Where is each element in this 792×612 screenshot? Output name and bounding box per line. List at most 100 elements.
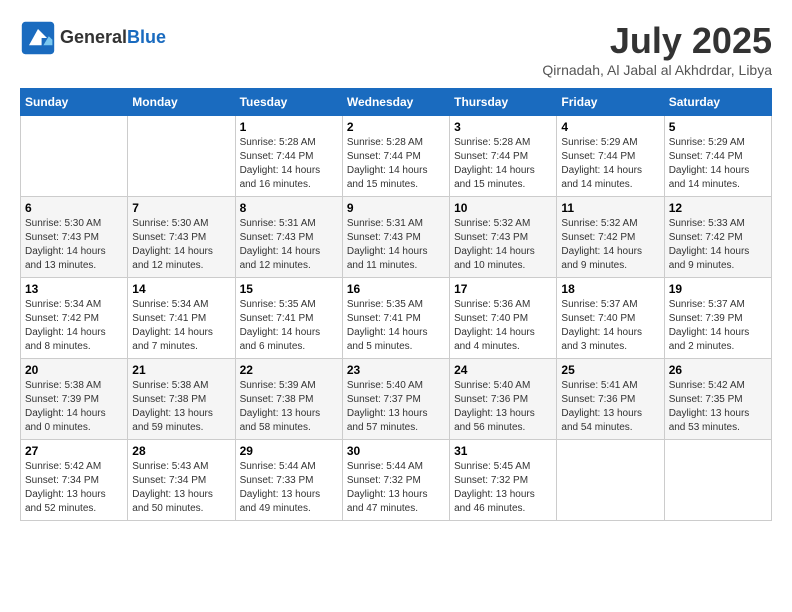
logo-text: GeneralBlue (60, 28, 166, 48)
table-row: 25 Sunrise: 5:41 AM Sunset: 7:36 PM Dayli… (557, 359, 664, 440)
col-monday: Monday (128, 89, 235, 116)
day-number: 30 (347, 444, 445, 458)
day-number: 22 (240, 363, 338, 377)
day-number: 19 (669, 282, 767, 296)
day-detail: Sunrise: 5:29 AM Sunset: 7:44 PM Dayligh… (561, 136, 659, 192)
table-row: 30 Sunrise: 5:44 AM Sunset: 7:32 PM Dayli… (342, 440, 449, 521)
day-detail: Sunrise: 5:43 AM Sunset: 7:34 PM Dayligh… (132, 460, 230, 516)
day-number: 27 (25, 444, 123, 458)
table-row: 1 Sunrise: 5:28 AM Sunset: 7:44 PM Daylig… (235, 116, 342, 197)
day-number: 29 (240, 444, 338, 458)
table-row: 5 Sunrise: 5:29 AM Sunset: 7:44 PM Daylig… (664, 116, 771, 197)
day-detail: Sunrise: 5:39 AM Sunset: 7:38 PM Dayligh… (240, 379, 338, 435)
day-detail: Sunrise: 5:35 AM Sunset: 7:41 PM Dayligh… (240, 298, 338, 354)
table-row (557, 440, 664, 521)
day-detail: Sunrise: 5:38 AM Sunset: 7:39 PM Dayligh… (25, 379, 123, 435)
day-detail: Sunrise: 5:42 AM Sunset: 7:35 PM Dayligh… (669, 379, 767, 435)
table-row: 7 Sunrise: 5:30 AM Sunset: 7:43 PM Daylig… (128, 197, 235, 278)
day-number: 2 (347, 120, 445, 134)
day-number: 1 (240, 120, 338, 134)
table-row: 2Sunrise: 5:28 AM Sunset: 7:44 PM Daylig… (342, 116, 449, 197)
day-detail: Sunrise: 5:28 AM Sunset: 7:44 PM Dayligh… (240, 136, 338, 192)
col-wednesday: Wednesday (342, 89, 449, 116)
day-detail: Sunrise: 5:32 AM Sunset: 7:42 PM Dayligh… (561, 217, 659, 273)
col-thursday: Thursday (450, 89, 557, 116)
table-row: 3 Sunrise: 5:28 AM Sunset: 7:44 PM Daylig… (450, 116, 557, 197)
logo-line1: General (60, 27, 127, 47)
table-row: 21 Sunrise: 5:38 AM Sunset: 7:38 PM Dayli… (128, 359, 235, 440)
day-number: 25 (561, 363, 659, 377)
day-number: 24 (454, 363, 552, 377)
day-number: 18 (561, 282, 659, 296)
table-row: 24 Sunrise: 5:40 AM Sunset: 7:36 PM Dayli… (450, 359, 557, 440)
day-detail: Sunrise: 5:42 AM Sunset: 7:34 PM Dayligh… (25, 460, 123, 516)
day-number: 8 (240, 201, 338, 215)
day-number: 12 (669, 201, 767, 215)
day-number: 28 (132, 444, 230, 458)
day-number: 9 (347, 201, 445, 215)
day-detail: Sunrise: 5:33 AM Sunset: 7:42 PM Dayligh… (669, 217, 767, 273)
table-row: 22 Sunrise: 5:39 AM Sunset: 7:38 PM Dayli… (235, 359, 342, 440)
table-row: 23 Sunrise: 5:40 AM Sunset: 7:37 PM Dayli… (342, 359, 449, 440)
day-detail: Sunrise: 5:35 AM Sunset: 7:41 PM Dayligh… (347, 298, 445, 354)
table-row: 29Sunrise: 5:44 AM Sunset: 7:33 PM Dayli… (235, 440, 342, 521)
table-row: 15Sunrise: 5:35 AM Sunset: 7:41 PM Dayli… (235, 278, 342, 359)
day-detail: Sunrise: 5:38 AM Sunset: 7:38 PM Dayligh… (132, 379, 230, 435)
day-number: 13 (25, 282, 123, 296)
table-row: 4 Sunrise: 5:29 AM Sunset: 7:44 PM Daylig… (557, 116, 664, 197)
day-number: 5 (669, 120, 767, 134)
day-detail: Sunrise: 5:37 AM Sunset: 7:40 PM Dayligh… (561, 298, 659, 354)
col-friday: Friday (557, 89, 664, 116)
day-number: 21 (132, 363, 230, 377)
table-row: 17 Sunrise: 5:36 AM Sunset: 7:40 PM Dayli… (450, 278, 557, 359)
day-detail: Sunrise: 5:40 AM Sunset: 7:36 PM Dayligh… (454, 379, 552, 435)
calendar-body: 1 Sunrise: 5:28 AM Sunset: 7:44 PM Daylig… (21, 116, 772, 521)
day-number: 16 (347, 282, 445, 296)
logo: GeneralBlue (20, 20, 166, 56)
page-header: GeneralBlue July 2025 Qirnadah, Al Jabal… (20, 20, 772, 78)
day-number: 31 (454, 444, 552, 458)
day-detail: Sunrise: 5:34 AM Sunset: 7:41 PM Dayligh… (132, 298, 230, 354)
day-number: 11 (561, 201, 659, 215)
day-detail: Sunrise: 5:40 AM Sunset: 7:37 PM Dayligh… (347, 379, 445, 435)
day-number: 3 (454, 120, 552, 134)
day-detail: Sunrise: 5:44 AM Sunset: 7:32 PM Dayligh… (347, 460, 445, 516)
day-number: 4 (561, 120, 659, 134)
table-row: 11 Sunrise: 5:32 AM Sunset: 7:42 PM Dayli… (557, 197, 664, 278)
day-number: 17 (454, 282, 552, 296)
table-row (664, 440, 771, 521)
col-sunday: Sunday (21, 89, 128, 116)
table-row: 27 Sunrise: 5:42 AM Sunset: 7:34 PM Dayli… (21, 440, 128, 521)
day-detail: Sunrise: 5:28 AM Sunset: 7:44 PM Dayligh… (454, 136, 552, 192)
title-block: July 2025 Qirnadah, Al Jabal al Akhdrdar… (542, 20, 772, 78)
logo-line2: Blue (127, 27, 166, 47)
table-row: 31Sunrise: 5:45 AM Sunset: 7:32 PM Dayli… (450, 440, 557, 521)
month-title: July 2025 (542, 20, 772, 62)
table-row (128, 116, 235, 197)
table-row: 14Sunrise: 5:34 AM Sunset: 7:41 PM Dayli… (128, 278, 235, 359)
day-detail: Sunrise: 5:29 AM Sunset: 7:44 PM Dayligh… (669, 136, 767, 192)
col-tuesday: Tuesday (235, 89, 342, 116)
day-number: 23 (347, 363, 445, 377)
table-row: 26 Sunrise: 5:42 AM Sunset: 7:35 PM Dayli… (664, 359, 771, 440)
table-row: 13 Sunrise: 5:34 AM Sunset: 7:42 PM Dayli… (21, 278, 128, 359)
table-row: 10Sunrise: 5:32 AM Sunset: 7:43 PM Dayli… (450, 197, 557, 278)
logo-icon (20, 20, 56, 56)
col-saturday: Saturday (664, 89, 771, 116)
day-number: 7 (132, 201, 230, 215)
table-row: 9Sunrise: 5:31 AM Sunset: 7:43 PM Daylig… (342, 197, 449, 278)
day-number: 26 (669, 363, 767, 377)
table-row: 20Sunrise: 5:38 AM Sunset: 7:39 PM Dayli… (21, 359, 128, 440)
table-row: 16 Sunrise: 5:35 AM Sunset: 7:41 PM Dayli… (342, 278, 449, 359)
day-detail: Sunrise: 5:30 AM Sunset: 7:43 PM Dayligh… (132, 217, 230, 273)
table-row: 12 Sunrise: 5:33 AM Sunset: 7:42 PM Dayli… (664, 197, 771, 278)
day-detail: Sunrise: 5:31 AM Sunset: 7:43 PM Dayligh… (240, 217, 338, 273)
day-detail: Sunrise: 5:36 AM Sunset: 7:40 PM Dayligh… (454, 298, 552, 354)
day-detail: Sunrise: 5:32 AM Sunset: 7:43 PM Dayligh… (454, 217, 552, 273)
table-row: 6Sunrise: 5:30 AM Sunset: 7:43 PM Daylig… (21, 197, 128, 278)
day-detail: Sunrise: 5:41 AM Sunset: 7:36 PM Dayligh… (561, 379, 659, 435)
day-detail: Sunrise: 5:34 AM Sunset: 7:42 PM Dayligh… (25, 298, 123, 354)
day-detail: Sunrise: 5:30 AM Sunset: 7:43 PM Dayligh… (25, 217, 123, 273)
calendar-header: Sunday Monday Tuesday Wednesday Thursday… (21, 89, 772, 116)
table-row (21, 116, 128, 197)
